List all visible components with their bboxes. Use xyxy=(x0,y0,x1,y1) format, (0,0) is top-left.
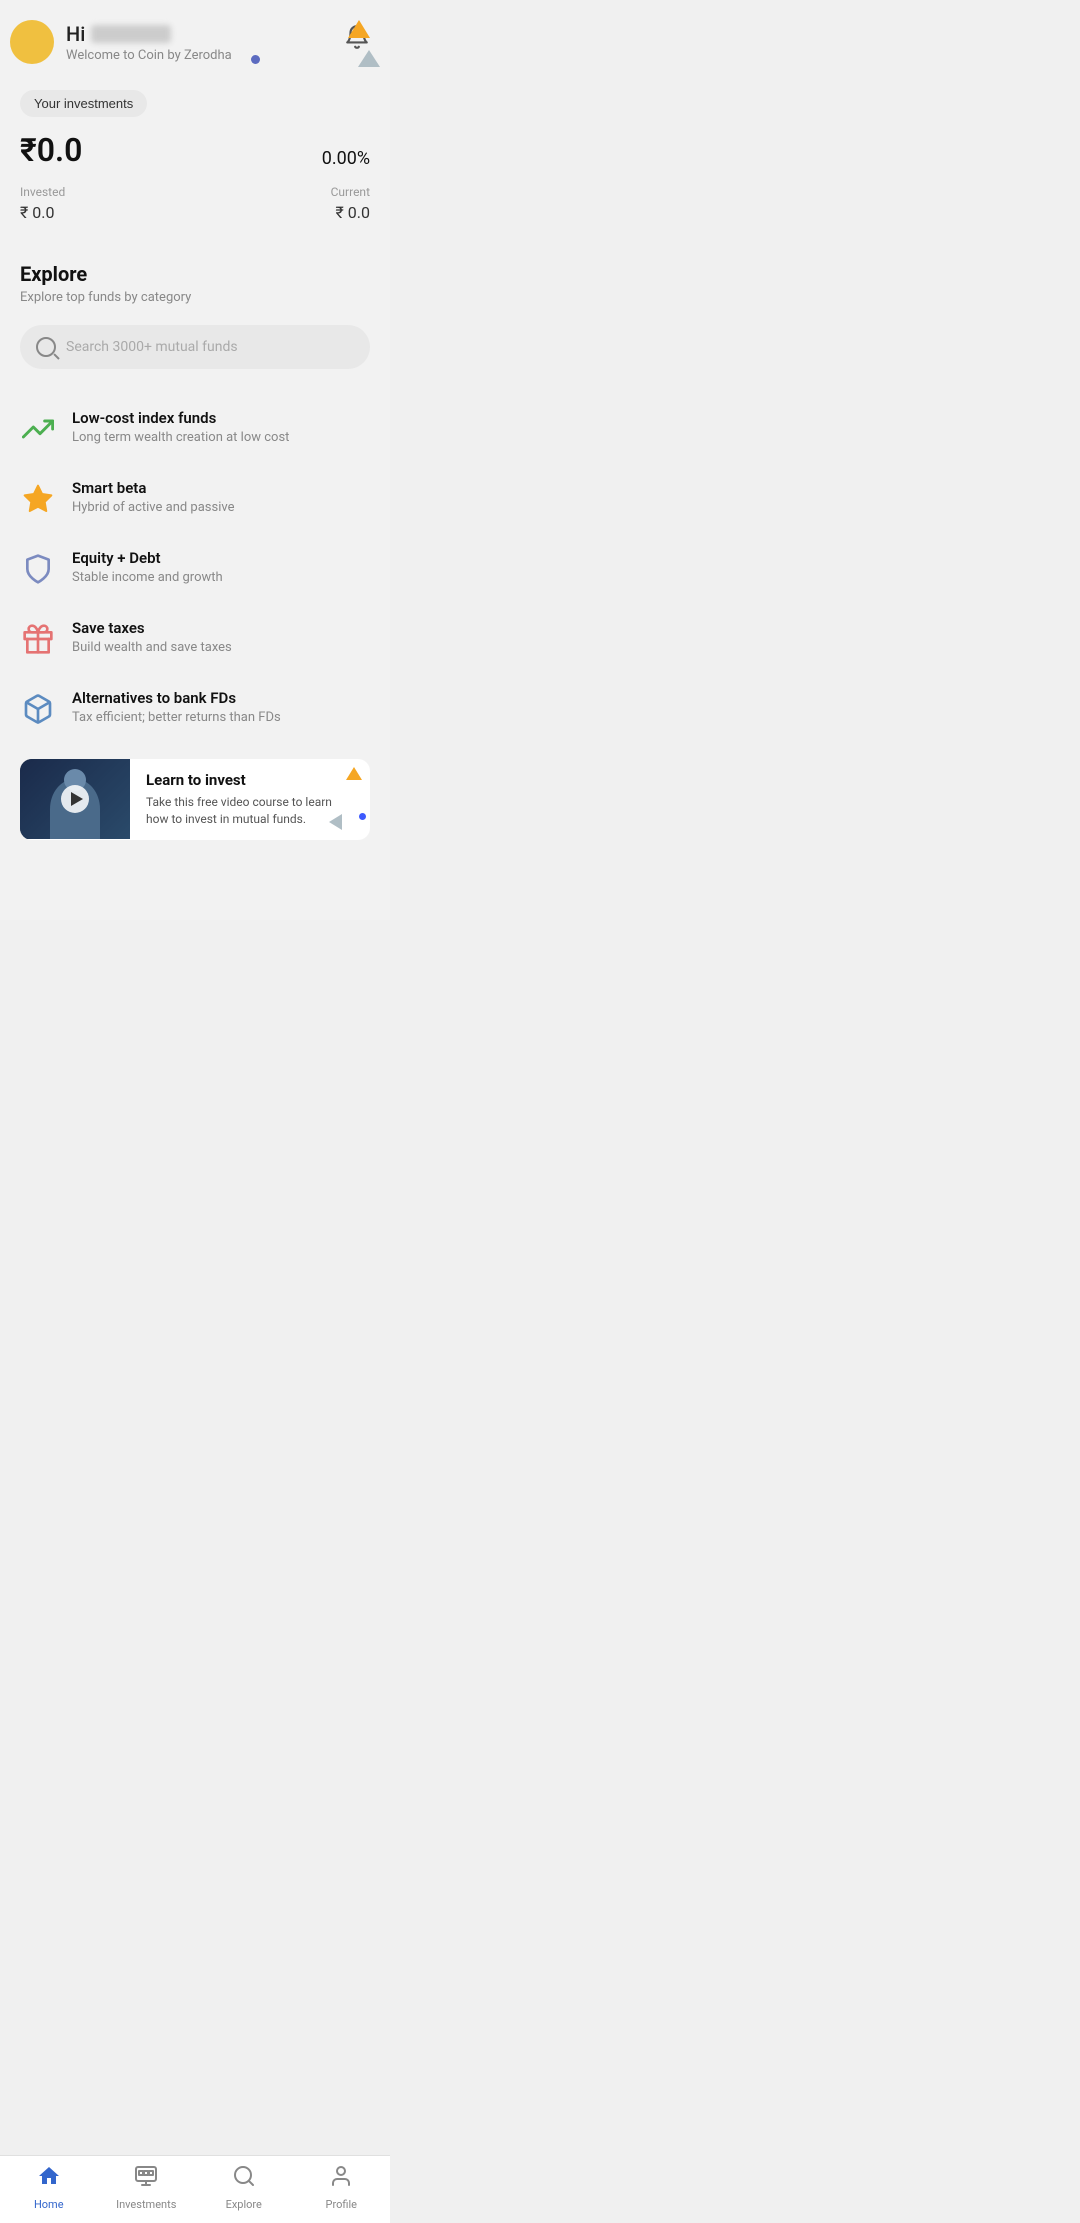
app-container: Hi Welcome to Coin by Zerodha Your inves… xyxy=(0,0,390,920)
learn-banner[interactable]: Learn to invest Take this free video cou… xyxy=(20,759,370,840)
greeting-area: Hi Welcome to Coin by Zerodha xyxy=(66,22,232,63)
nav-item-profile[interactable]: Profile xyxy=(306,2164,376,2211)
shield-icon xyxy=(20,551,56,587)
category-title: Save taxes xyxy=(72,619,232,637)
learn-thumbnail xyxy=(20,759,130,839)
nav-label-investments: Investments xyxy=(116,2198,176,2211)
category-desc: Stable income and growth xyxy=(72,570,223,585)
explore-subtitle: Explore top funds by category xyxy=(20,290,370,305)
greeting-text: Hi xyxy=(66,22,232,46)
investments-button[interactable]: Your investments xyxy=(20,90,147,117)
explore-section: Explore Explore top funds by category Se… xyxy=(0,242,390,850)
category-text-low-cost: Low-cost index funds Long term wealth cr… xyxy=(72,409,289,445)
invested-row: Invested ₹ 0.0 Current ₹ 0.0 xyxy=(20,185,370,222)
current-side: Current ₹ 0.0 xyxy=(331,185,370,222)
list-item[interactable]: Equity + Debt Stable income and growth xyxy=(20,533,370,603)
nav-label-home: Home xyxy=(34,2198,64,2211)
nav-item-investments[interactable]: Investments xyxy=(111,2164,181,2211)
banner-deco-blue-dot xyxy=(359,813,366,820)
welcome-text: Welcome to Coin by Zerodha xyxy=(66,48,232,63)
search-placeholder: Search 3000+ mutual funds xyxy=(66,339,238,355)
list-item[interactable]: Smart beta Hybrid of active and passive xyxy=(20,463,370,533)
learn-description: Take this free video course to learn how… xyxy=(146,794,354,828)
category-text-smart-beta: Smart beta Hybrid of active and passive xyxy=(72,479,235,515)
star-icon xyxy=(20,481,56,517)
cube-icon xyxy=(20,691,56,727)
investments-icon xyxy=(134,2164,158,2194)
category-title: Low-cost index funds xyxy=(72,409,289,427)
current-value: ₹ 0.0 xyxy=(331,203,370,222)
banner-deco-gray-tri xyxy=(329,814,342,830)
portfolio-percent: 0.00% xyxy=(322,148,370,169)
nav-item-explore[interactable]: Explore xyxy=(209,2164,279,2211)
portfolio-value: ₹0.0 xyxy=(20,131,82,169)
bottom-nav: Home Investments Explore xyxy=(0,2155,390,2223)
category-desc: Build wealth and save taxes xyxy=(72,640,232,655)
user-name-blurred xyxy=(91,25,171,43)
list-item[interactable]: Alternatives to bank FDs Tax efficient; … xyxy=(20,673,370,743)
invested-value: ₹ 0.0 xyxy=(20,203,65,222)
category-text-save-taxes: Save taxes Build wealth and save taxes xyxy=(72,619,232,655)
list-item[interactable]: Low-cost index funds Long term wealth cr… xyxy=(20,393,370,463)
investments-card: Your investments ₹0.0 0.00% Invested ₹ 0… xyxy=(0,74,390,242)
gift-icon xyxy=(20,621,56,657)
nav-label-explore: Explore xyxy=(226,2198,262,2211)
category-title: Equity + Debt xyxy=(72,549,223,567)
user-section: Hi Welcome to Coin by Zerodha xyxy=(20,20,232,64)
category-title: Alternatives to bank FDs xyxy=(72,689,281,707)
category-desc: Tax efficient; better returns than FDs xyxy=(72,710,281,725)
hi-label: Hi xyxy=(66,22,85,46)
header-top: Hi Welcome to Coin by Zerodha xyxy=(20,20,370,64)
nav-item-home[interactable]: Home xyxy=(14,2164,84,2211)
current-label: Current xyxy=(331,185,370,199)
list-item[interactable]: Save taxes Build wealth and save taxes xyxy=(20,603,370,673)
category-title: Smart beta xyxy=(72,479,235,497)
profile-icon xyxy=(329,2164,353,2194)
category-desc: Hybrid of active and passive xyxy=(72,500,235,515)
category-text-alternatives: Alternatives to bank FDs Tax efficient; … xyxy=(72,689,281,725)
invested-label: Invested xyxy=(20,185,65,199)
play-icon xyxy=(71,792,83,806)
learn-title: Learn to invest xyxy=(146,771,354,789)
category-text-equity-debt: Equity + Debt Stable income and growth xyxy=(72,549,223,585)
search-bar[interactable]: Search 3000+ mutual funds xyxy=(20,325,370,369)
bell-icon[interactable] xyxy=(344,24,370,56)
nav-label-profile: Profile xyxy=(326,2198,357,2211)
avatar xyxy=(10,20,54,64)
header: Hi Welcome to Coin by Zerodha xyxy=(0,0,390,74)
search-icon xyxy=(36,337,56,357)
banner-deco-orange xyxy=(346,767,362,780)
invested-side: Invested ₹ 0.0 xyxy=(20,185,65,222)
explore-title: Explore xyxy=(20,262,370,286)
home-icon xyxy=(37,2164,61,2194)
explore-search-icon xyxy=(232,2164,256,2194)
category-desc: Long term wealth creation at low cost xyxy=(72,430,289,445)
trending-up-icon xyxy=(20,411,56,447)
